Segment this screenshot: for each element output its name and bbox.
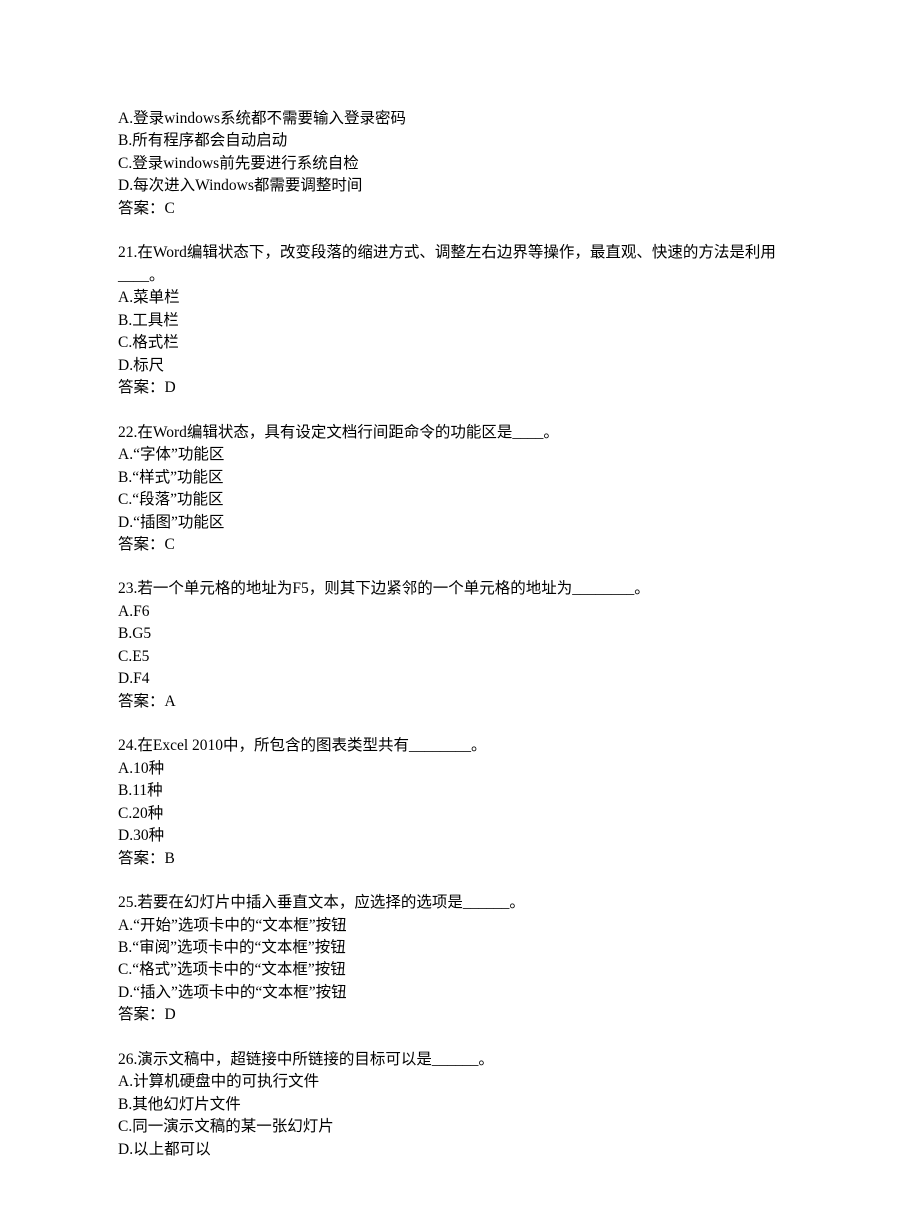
question-23: 23.若一个单元格的地址为F5，则其下边紧邻的一个单元格的地址为________…	[118, 578, 802, 713]
answer-line: 答案：D	[118, 377, 802, 399]
question-22: 22.在Word编辑状态，具有设定文档行间距命令的功能区是____。 A.“字体…	[118, 422, 802, 557]
question-25: 25.若要在幻灯片中插入垂直文本，应选择的选项是______。 A.“开始”选项…	[118, 892, 802, 1027]
option-c: C.同一演示文稿的某一张幻灯片	[118, 1116, 802, 1138]
question-stem: 26.演示文稿中，超链接中所链接的目标可以是______。	[118, 1049, 802, 1071]
leading-question-remainder: A.登录windows系统都不需要输入登录密码 B.所有程序都会自动启动 C.登…	[118, 108, 802, 220]
answer-line: 答案：C	[118, 198, 802, 220]
question-stem: 24.在Excel 2010中，所包含的图表类型共有________。	[118, 735, 802, 757]
answer-line: 答案：D	[118, 1004, 802, 1026]
option-d: D.“插入”选项卡中的“文本框”按钮	[118, 982, 802, 1004]
answer-line: 答案：A	[118, 691, 802, 713]
option-c: C.20种	[118, 803, 802, 825]
option-d: D.标尺	[118, 355, 802, 377]
option-a: A.计算机硬盘中的可执行文件	[118, 1071, 802, 1093]
option-c: C.“格式”选项卡中的“文本框”按钮	[118, 959, 802, 981]
option-c: C.登录windows前先要进行系统自检	[118, 153, 802, 175]
answer-line: 答案：B	[118, 848, 802, 870]
document-page: A.登录windows系统都不需要输入登录密码 B.所有程序都会自动启动 C.登…	[0, 0, 920, 1221]
option-a: A.菜单栏	[118, 287, 802, 309]
option-a: A.“字体”功能区	[118, 444, 802, 466]
option-b: B.其他幻灯片文件	[118, 1094, 802, 1116]
question-stem: 23.若一个单元格的地址为F5，则其下边紧邻的一个单元格的地址为________…	[118, 578, 802, 600]
blank-separator	[118, 713, 802, 735]
blank-separator	[118, 556, 802, 578]
option-b: B.11种	[118, 780, 802, 802]
option-b: B.工具栏	[118, 310, 802, 332]
question-stem: 22.在Word编辑状态，具有设定文档行间距命令的功能区是____。	[118, 422, 802, 444]
blank-separator	[118, 870, 802, 892]
option-c: C.格式栏	[118, 332, 802, 354]
option-c: C.E5	[118, 646, 802, 668]
option-b: B.“审阅”选项卡中的“文本框”按钮	[118, 937, 802, 959]
option-b: B.G5	[118, 623, 802, 645]
blank-separator	[118, 220, 802, 242]
question-stem: 25.若要在幻灯片中插入垂直文本，应选择的选项是______。	[118, 892, 802, 914]
question-26: 26.演示文稿中，超链接中所链接的目标可以是______。 A.计算机硬盘中的可…	[118, 1049, 802, 1161]
option-a: A.“开始”选项卡中的“文本框”按钮	[118, 915, 802, 937]
option-b: B.所有程序都会自动启动	[118, 130, 802, 152]
question-24: 24.在Excel 2010中，所包含的图表类型共有________。 A.10…	[118, 735, 802, 870]
option-d: D.以上都可以	[118, 1139, 802, 1161]
answer-line: 答案：C	[118, 534, 802, 556]
option-d: D.“插图”功能区	[118, 512, 802, 534]
option-a: A.F6	[118, 601, 802, 623]
question-21: 21.在Word编辑状态下，改变段落的缩进方式、调整左右边界等操作，最直观、快速…	[118, 242, 802, 399]
option-d: D.F4	[118, 668, 802, 690]
option-d: D.每次进入Windows都需要调整时间	[118, 175, 802, 197]
option-a: A.10种	[118, 758, 802, 780]
question-stem: 21.在Word编辑状态下，改变段落的缩进方式、调整左右边界等操作，最直观、快速…	[118, 242, 802, 287]
option-d: D.30种	[118, 825, 802, 847]
blank-separator	[118, 1027, 802, 1049]
option-c: C.“段落”功能区	[118, 489, 802, 511]
option-a: A.登录windows系统都不需要输入登录密码	[118, 108, 802, 130]
blank-separator	[118, 400, 802, 422]
option-b: B.“样式”功能区	[118, 467, 802, 489]
